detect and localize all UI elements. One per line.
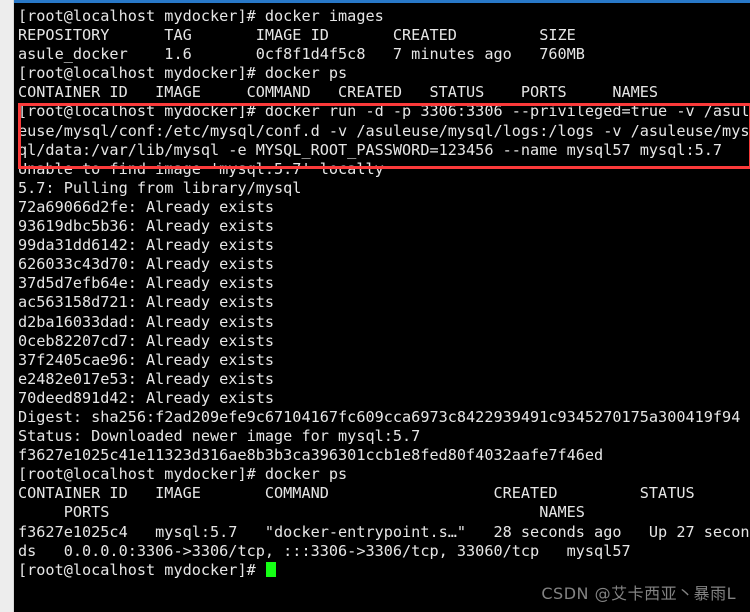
shell-prompt: [root@localhost mydocker]# [18,560,265,579]
terminal-line: 70deed891d42: Already exists [18,388,275,407]
terminal-line: euse/mysql/conf:/etc/mysql/conf.d -v /as… [18,121,750,140]
terminal-line: 93619dbc5b36: Already exists [18,217,275,236]
terminal-line: f3627e1025c41e11323d316ae8b3b3ca396301cc… [18,446,604,465]
terminal-line: 99da31dd6142: Already exists [18,236,275,255]
terminal-line: Status: Downloaded newer image for mysql… [18,427,421,446]
terminal-line: 0ceb82207cd7: Already exists [18,331,275,350]
terminal-window[interactable]: [root@localhost mydocker]# docker images… [14,3,750,612]
terminal-line: asule_docker 1.6 0cf8f1d4f5c8 7 minutes … [18,45,585,64]
terminal-line: [root@localhost mydocker]# docker run -d… [18,102,750,121]
text-cursor [265,561,276,577]
terminal-line: Digest: sha256:f2ad209efe9c67104167fc609… [18,407,741,426]
terminal-line: f3627e1025c4 mysql:5.7 "docker-entrypoin… [18,522,750,541]
terminal-line: 37d5d7efb64e: Already exists [18,274,275,293]
csdn-watermark: CSDN @艾卡西亚丶暴雨L [541,584,736,603]
terminal-line: [root@localhost mydocker]# docker images [18,7,384,25]
terminal-line: CONTAINER ID IMAGE COMMAND CREATED STATU… [18,83,659,102]
terminal-line: REPOSITORY TAG IMAGE ID CREATED SIZE [18,26,576,45]
terminal-line: e2482e017e53: Already exists [18,369,275,388]
terminal-line: PORTS NAMES [18,503,585,522]
terminal-line: [root@localhost mydocker]# docker ps [18,64,348,83]
terminal-line: d2ba16033dad: Already exists [18,312,275,331]
terminal-line: 72a69066d2fe: Already exists [18,197,275,216]
terminal-line: ac563158d721: Already exists [18,293,275,312]
terminal-line: ds 0.0.0.0:3306->3306/tcp, :::3306->3306… [18,541,631,560]
terminal-line: Unable to find image 'mysql:5.7' locally [18,159,384,178]
terminal-screen[interactable]: [root@localhost mydocker]# docker images… [14,3,750,580]
terminal-prompt-line[interactable]: [root@localhost mydocker]# [18,561,750,580]
terminal-line: [root@localhost mydocker]# docker ps [18,465,348,484]
terminal-line: 626033c43d70: Already exists [18,255,275,274]
terminal-line: 37f2405cae96: Already exists [18,350,275,369]
terminal-line: ql/data:/var/lib/mysql -e MYSQL_ROOT_PAS… [18,140,723,159]
left-gutter [0,0,14,612]
terminal-line: CONTAINER ID IMAGE COMMAND CREATED STATU… [18,484,695,503]
screenshot-root: [root@localhost mydocker]# docker images… [0,0,750,612]
terminal-line: 5.7: Pulling from library/mysql [18,178,302,197]
